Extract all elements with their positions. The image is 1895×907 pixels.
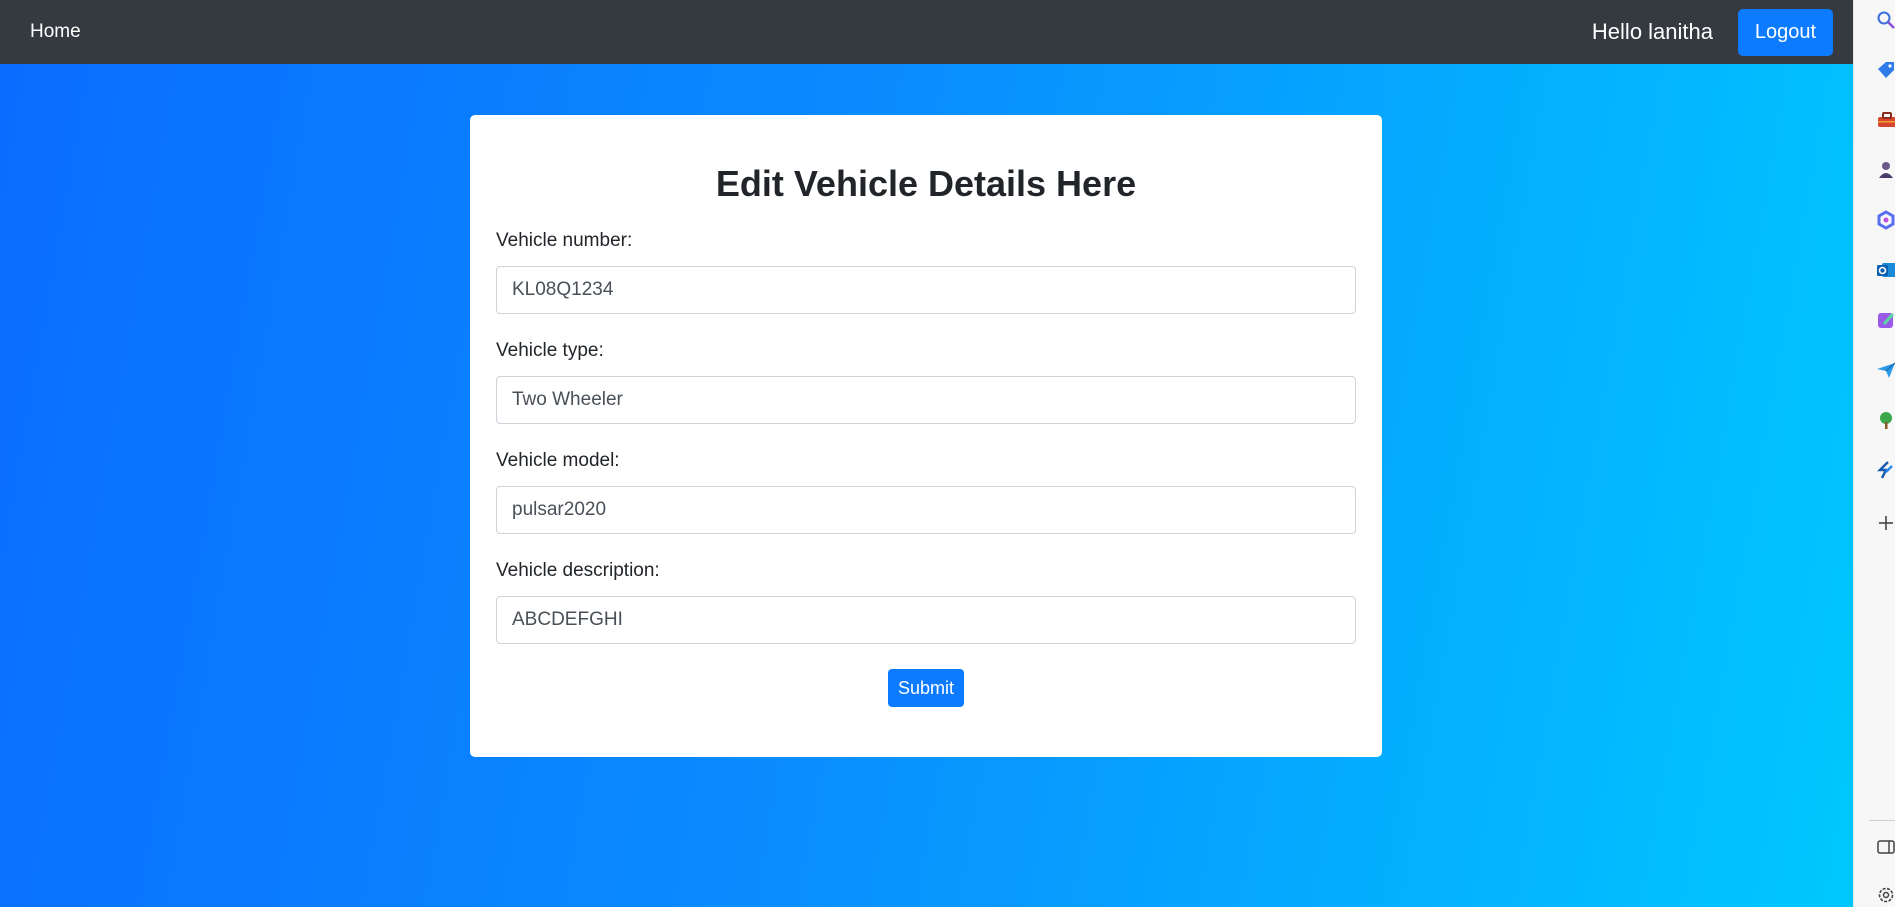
vehicle-description-input[interactable] [496, 596, 1356, 644]
logout-button[interactable]: Logout [1738, 8, 1833, 56]
vehicle-number-input[interactable] [496, 266, 1356, 314]
navbar-user-area: Hello lanitha Logout [1591, 8, 1833, 56]
browser-viewport: Home Hello lanitha Logout Edit Vehicle D… [0, 0, 1853, 907]
vehicle-model-group: Vehicle model: [496, 449, 1356, 534]
vehicle-model-label: Vehicle model: [496, 450, 620, 471]
vehicle-type-input[interactable] [496, 376, 1356, 424]
vehicle-model-input[interactable] [496, 486, 1356, 534]
page-title: Edit Vehicle Details Here [715, 163, 1137, 204]
person-icon[interactable] [1876, 160, 1895, 180]
designer-icon[interactable] [1876, 310, 1895, 330]
vehicle-description-group: Vehicle description: [496, 559, 1356, 644]
home-link[interactable]: Home [30, 21, 81, 43]
user-greeting: Hello lanitha [1591, 19, 1713, 44]
top-navbar: Home Hello lanitha Logout [0, 0, 1853, 64]
toolbox-icon[interactable] [1876, 110, 1895, 130]
copilot-icon[interactable] [1876, 210, 1895, 230]
edit-vehicle-form: Vehicle number: Vehicle type: Vehicle mo… [496, 229, 1356, 707]
vehicle-number-label: Vehicle number: [496, 230, 633, 251]
search-icon[interactable] [1876, 10, 1895, 30]
send-icon[interactable] [1876, 360, 1895, 380]
edit-vehicle-card: Edit Vehicle Details Here Vehicle number… [470, 115, 1382, 757]
outlook-icon[interactable] [1876, 260, 1895, 280]
app-icon[interactable] [1876, 460, 1895, 480]
split-screen-icon[interactable] [1876, 837, 1895, 857]
add-icon[interactable] [1876, 513, 1895, 533]
vehicle-number-group: Vehicle number: [496, 229, 1356, 314]
tag-icon[interactable] [1876, 60, 1895, 80]
vehicle-description-label: Vehicle description: [496, 560, 660, 581]
vehicle-type-label: Vehicle type: [496, 340, 604, 361]
tree-icon[interactable] [1876, 410, 1895, 430]
submit-row: Submit [496, 669, 1356, 707]
settings-icon[interactable] [1876, 885, 1895, 905]
browser-sidebar [1853, 0, 1895, 907]
sidebar-divider [1869, 820, 1895, 821]
vehicle-type-group: Vehicle type: [496, 339, 1356, 424]
submit-button[interactable]: Submit [888, 669, 964, 707]
